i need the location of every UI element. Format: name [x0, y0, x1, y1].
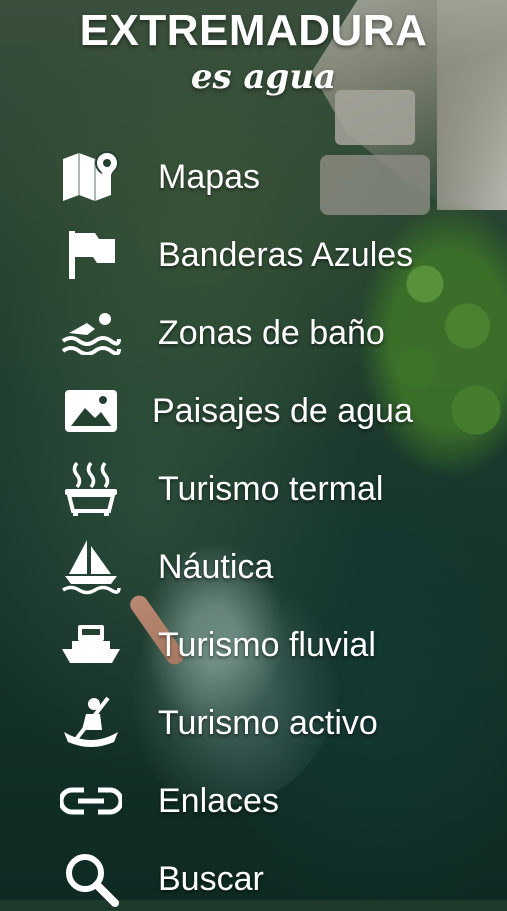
menu-item-label: Náutica [158, 548, 274, 586]
sailboat-icon [60, 539, 122, 595]
app-header: EXTREMADURA es agua [0, 6, 507, 94]
menu-item-label: Mapas [158, 158, 261, 196]
ferry-icon [60, 617, 122, 673]
menu-item-label: Turismo termal [158, 470, 384, 508]
menu-item-label: Banderas Azules [158, 236, 414, 274]
rock [335, 90, 415, 145]
search-icon [60, 851, 122, 907]
menu-item-banderas-azules[interactable]: Banderas Azules [0, 223, 507, 287]
link-icon [60, 773, 122, 829]
menu-item-zonas-de-bano[interactable]: Zonas de baño [0, 301, 507, 365]
menu-item-label: Paisajes de agua [152, 392, 413, 430]
menu-item-enlaces[interactable]: Enlaces [0, 769, 507, 833]
menu-item-turismo-fluvial[interactable]: Turismo fluvial [0, 613, 507, 677]
hot-tub-icon [60, 461, 122, 517]
menu-item-label: Zonas de baño [158, 314, 385, 352]
app-subtitle: es agua [190, 57, 337, 97]
app-title: EXTREMADURA [79, 6, 428, 55]
menu-item-label: Turismo fluvial [158, 626, 376, 664]
menu-item-label: Buscar [158, 860, 264, 898]
menu-item-paisajes-de-agua[interactable]: Paisajes de agua [0, 379, 507, 443]
kayak-icon [60, 695, 122, 751]
landscape-image-icon [60, 383, 122, 439]
background-photo [0, 0, 507, 900]
menu-item-turismo-activo[interactable]: Turismo activo [0, 691, 507, 755]
menu-item-label: Enlaces [158, 782, 279, 820]
menu-item-mapas[interactable]: Mapas [0, 145, 507, 209]
swimmer-icon [60, 305, 122, 361]
flag-icon [60, 227, 122, 283]
menu-item-label: Turismo activo [158, 704, 378, 742]
menu-item-buscar[interactable]: Buscar [0, 847, 507, 911]
menu-item-nautica[interactable]: Náutica [0, 535, 507, 599]
menu-item-turismo-termal[interactable]: Turismo termal [0, 457, 507, 521]
map-icon [60, 149, 122, 205]
